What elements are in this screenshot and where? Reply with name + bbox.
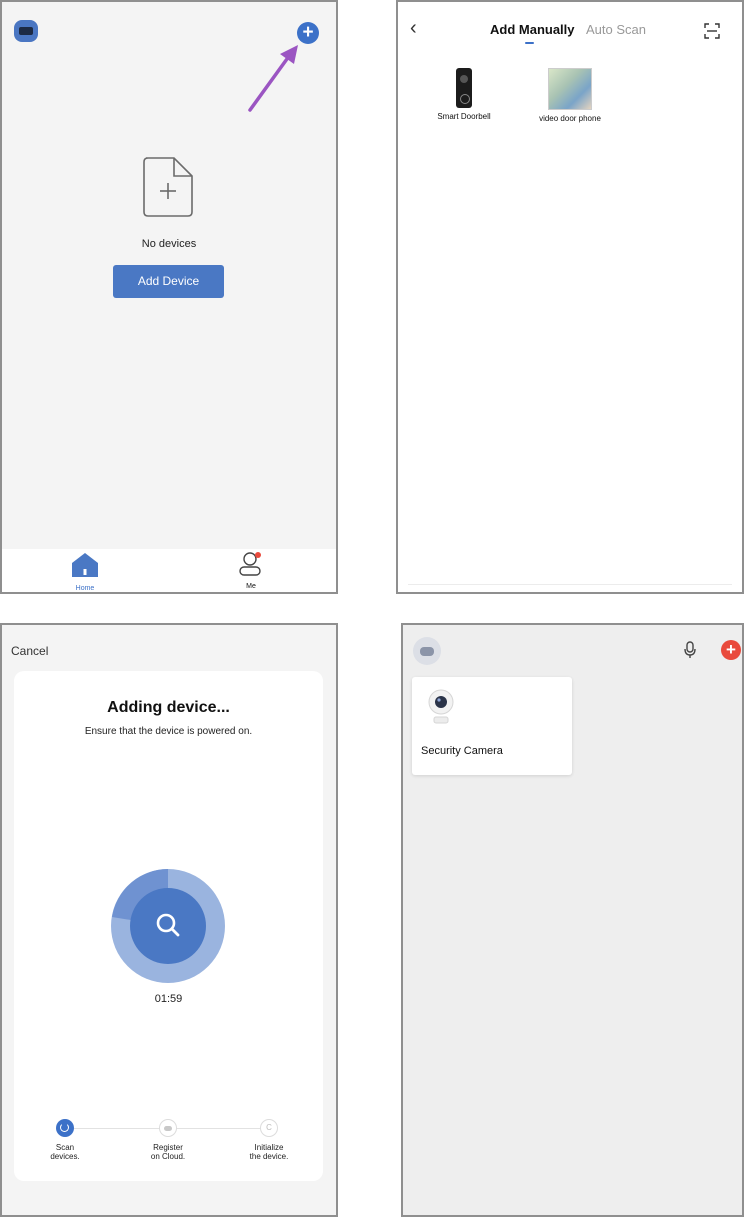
device-label: Security Camera	[421, 745, 503, 757]
loading-icon	[56, 1119, 74, 1137]
add-plus-button[interactable]: +	[297, 22, 319, 44]
tab-me-label: Me	[246, 583, 256, 590]
step-label-line2: devices.	[50, 1152, 80, 1161]
empty-document-icon	[143, 157, 193, 217]
step-label-line1: Scan	[55, 1143, 75, 1152]
device-label: video door phone	[539, 114, 601, 123]
robot-avatar-icon[interactable]	[413, 637, 441, 665]
tab-auto-scan[interactable]: Auto Scan	[586, 22, 646, 37]
add-device-screen: ‹ Add Manually Auto Scan Smart Doorbell …	[396, 0, 744, 594]
user-icon	[239, 552, 261, 576]
video-door-phone-image	[548, 68, 592, 110]
tab-home-label: Home	[75, 585, 95, 592]
add-plus-button[interactable]: +	[721, 640, 741, 660]
device-item-smart-doorbell[interactable]: Smart Doorbell	[422, 68, 506, 121]
cloud-icon	[159, 1119, 177, 1137]
pointer-arrow-icon	[248, 45, 298, 112]
step-scan-devices: Scan devices.	[30, 1119, 100, 1161]
active-tab-indicator	[525, 42, 534, 44]
scanning-radar-icon	[111, 869, 225, 983]
robot-avatar-icon[interactable]	[14, 20, 38, 42]
home-device-screen: + Security Camera	[401, 623, 744, 1217]
initialize-icon	[260, 1119, 278, 1137]
back-chevron-icon[interactable]: ‹	[410, 17, 417, 40]
doorbell-image	[456, 68, 472, 108]
no-devices-text: No devices	[141, 238, 197, 250]
device-label: Smart Doorbell	[437, 112, 491, 121]
home-icon	[72, 553, 98, 577]
step-label-line2: on Cloud.	[150, 1152, 186, 1161]
page-title: Adding device...	[107, 699, 230, 716]
device-card-security-camera[interactable]: Security Camera	[412, 677, 572, 775]
tab-me[interactable]: Me	[231, 551, 271, 590]
step-initialize-device: Initialize the device.	[234, 1119, 304, 1161]
tab-home[interactable]: Home	[65, 551, 105, 592]
step-label-line1: Register	[153, 1143, 183, 1152]
home-screen: + No devices Add Device Home Me	[0, 0, 338, 594]
step-register-cloud: Register on Cloud.	[133, 1119, 203, 1161]
step-label-line1: Initialize	[254, 1143, 284, 1152]
countdown-timer: 01:59	[154, 993, 183, 1005]
add-device-button[interactable]: Add Device	[113, 265, 224, 298]
adding-device-screen: Cancel Adding device... Ensure that the …	[0, 623, 338, 1217]
security-camera-icon	[428, 689, 454, 724]
subtitle-text: Ensure that the device is powered on.	[84, 726, 253, 737]
scan-qr-icon[interactable]	[704, 23, 720, 39]
microphone-icon[interactable]	[684, 641, 696, 659]
divider	[408, 584, 732, 585]
adding-device-card: Adding device... Ensure that the device …	[14, 671, 323, 1181]
tab-add-manually[interactable]: Add Manually	[490, 22, 575, 37]
cancel-button[interactable]: Cancel	[11, 644, 48, 658]
device-item-video-door-phone[interactable]: video door phone	[526, 68, 614, 123]
bottom-tab-bar: Home Me	[2, 549, 336, 592]
step-label-line2: the device.	[249, 1152, 289, 1161]
